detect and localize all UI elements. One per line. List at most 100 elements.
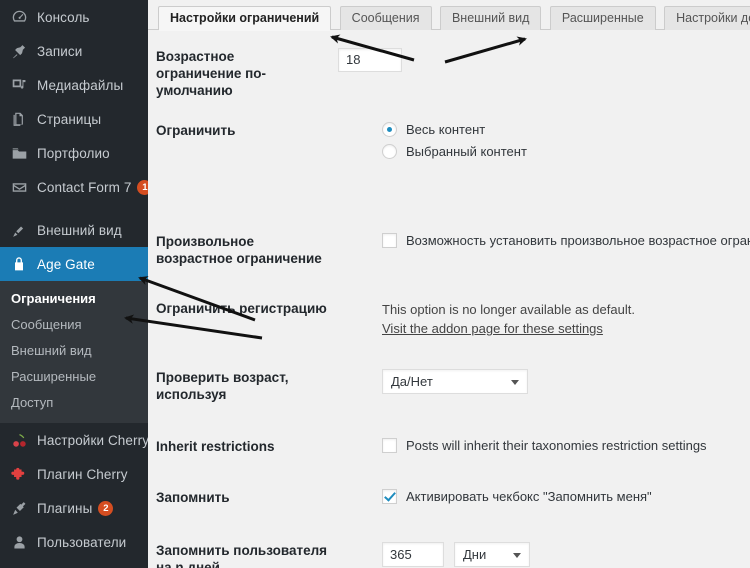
tab-access-settings[interactable]: Настройки доступа [664,6,750,30]
form-row-remember: Запомнить Активировать чекбокс "Запомнит… [148,489,750,506]
sidebar-item-cherry-plugin[interactable]: Плагин Cherry [0,457,148,491]
tab-restriction-settings[interactable]: Настройки ограничений [158,6,332,31]
form-row-custom-age: Произвольное возрастное ограничение Возм… [148,233,750,267]
sidebar-item-badge: 2 [98,500,114,516]
radio-label: Весь контент [406,122,486,137]
addon-page-link[interactable]: Visit the addon page for these settings [382,321,603,336]
tab-label: Настройки доступа [676,11,750,25]
submenu-item-label: Расширенные [11,369,97,384]
submenu-item-appearance[interactable]: Внешний вид [0,338,148,364]
remember-days-label: Запомнить пользователя на n дней [156,543,328,568]
radio-all-content[interactable] [382,122,397,137]
plugins-icon [9,498,29,518]
cherry-icon [9,430,29,450]
radio-selected-content[interactable] [382,144,397,159]
submenu-item-label: Доступ [11,395,54,410]
sidebar-item-age-gate[interactable]: Age Gate [0,247,148,281]
checkbox-inherit-restrictions[interactable] [382,438,397,453]
remember-label: Запомнить [156,490,230,505]
remember-checkbox-row[interactable]: Активировать чекбокс "Запомнить меня" [382,489,750,504]
sidebar-item-label: Contact Form 7 [37,179,132,195]
check-age-using-select[interactable]: Да/Нет [382,369,528,394]
form-row-restrict: Ограничить Весь контент Выбранный контен… [148,122,750,166]
inherit-restrictions-checkbox-row[interactable]: Posts will inherit their taxonomies rest… [382,438,750,453]
restrict-option-selected-content[interactable]: Выбранный контент [382,144,750,159]
tab-advanced[interactable]: Расширенные [549,6,656,30]
tab-label: Внешний вид [451,11,530,25]
dashboard-icon [9,7,29,27]
restrict-option-all-content[interactable]: Весь контент [382,122,750,137]
sidebar-item-badge: 1 [137,179,148,195]
form-row-inherit-restrictions: Inherit restrictions Posts will inherit … [148,438,750,455]
sidebar-item-contact-form-7[interactable]: Contact Form 7 1 [0,170,148,204]
select-value: Дни [463,547,487,562]
sidebar-item-media[interactable]: Медиафайлы [0,68,148,102]
sidebar-item-label: Внешний вид [37,222,122,238]
submenu-item-messages[interactable]: Сообщения [0,312,148,338]
sidebar-separator [0,204,148,213]
submenu-item-restrictions[interactable]: Ограничения [0,286,148,312]
sidebar-item-label: Медиафайлы [37,77,124,93]
sidebar-item-label: Консоль [37,9,90,25]
sidebar-item-label: Портфолио [37,145,110,161]
restrict-label: Ограничить [156,123,236,138]
portfolio-icon [9,143,29,163]
sidebar-item-label: Плагины [37,500,93,516]
check-age-using-label: Проверить возраст, используя [156,370,289,402]
radio-label: Выбранный контент [406,144,527,159]
settings-tabs: Настройки ограничений Сообщения Внешний … [148,0,750,31]
sidebar-item-plugins[interactable]: Плагины 2 [0,491,148,525]
remember-days-unit-select[interactable]: Дни [454,542,530,567]
tab-appearance[interactable]: Внешний вид [439,6,542,30]
submenu-item-advanced[interactable]: Расширенные [0,364,148,390]
submenu-item-label: Внешний вид [11,343,92,358]
checkbox-label: Posts will inherit their taxonomies rest… [406,438,707,453]
submenu-item-label: Сообщения [11,317,82,332]
admin-sidebar: Консоль Записи Медиафайлы Страницы Портф… [0,0,148,568]
remember-days-input[interactable]: 365 [382,542,444,567]
tab-label: Настройки ограничений [170,11,320,25]
form-row-remember-days: Запомнить пользователя на n дней 365 Дни [148,542,750,568]
sidebar-item-label: Записи [37,43,83,59]
default-age-input[interactable]: 18 [338,48,402,72]
form-row-check-age-using: Проверить возраст, используя Да/Нет [148,369,750,403]
sidebar-item-cherry-options[interactable]: Настройки Cherry [0,423,148,457]
main-content: Настройки ограничений Сообщения Внешний … [148,0,750,568]
pages-icon [9,109,29,129]
default-age-label: Возрастное ограничение по-умолчанию [156,49,267,98]
sidebar-item-users[interactable]: Пользователи [0,525,148,559]
tab-messages[interactable]: Сообщения [339,6,432,30]
tab-label: Расширенные [561,11,644,25]
tab-label: Сообщения [351,11,420,25]
lock-icon [9,254,29,274]
sidebar-item-posts[interactable]: Записи [0,34,148,68]
appearance-icon [9,220,29,240]
custom-age-checkbox-row[interactable]: Возможность установить произвольное возр… [382,233,750,248]
checkbox-label: Возможность установить произвольное возр… [406,233,750,248]
puzzle-icon [9,464,29,484]
sidebar-item-label: Пользователи [37,534,127,550]
sidebar-item-label: Страницы [37,111,102,127]
sidebar-item-dashboard[interactable]: Консоль [0,0,148,34]
sidebar-item-label: Age Gate [37,256,95,272]
submenu-item-label: Ограничения [11,291,96,306]
custom-age-label: Произвольное возрастное ограничение [156,234,322,266]
checkbox-remember-me[interactable] [382,489,397,504]
users-icon [9,532,29,552]
sidebar-item-portfolio[interactable]: Портфолио [0,136,148,170]
sidebar-item-label: Плагин Cherry [37,466,128,482]
submenu-item-access[interactable]: Доступ [0,390,148,416]
select-value: Да/Нет [391,374,433,389]
checkbox-custom-age[interactable] [382,233,397,248]
chevron-down-icon [513,552,521,558]
chevron-down-icon [511,379,519,385]
form-row-restrict-registration: Ограничить регистрацию This option is no… [148,300,750,338]
wordpress-admin-screen: Консоль Записи Медиафайлы Страницы Портф… [0,0,750,568]
sidebar-item-label: Настройки Cherry [37,432,148,448]
sidebar-item-appearance[interactable]: Внешний вид [0,213,148,247]
form-row-default-age: Возрастное ограничение по-умолчанию 18 [148,48,750,99]
restrict-registration-label: Ограничить регистрацию [156,301,327,316]
sidebar-item-tools[interactable]: Инструменты [0,559,148,568]
sidebar-item-pages[interactable]: Страницы [0,102,148,136]
checkbox-label: Активировать чекбокс "Запомнить меня" [406,489,652,504]
